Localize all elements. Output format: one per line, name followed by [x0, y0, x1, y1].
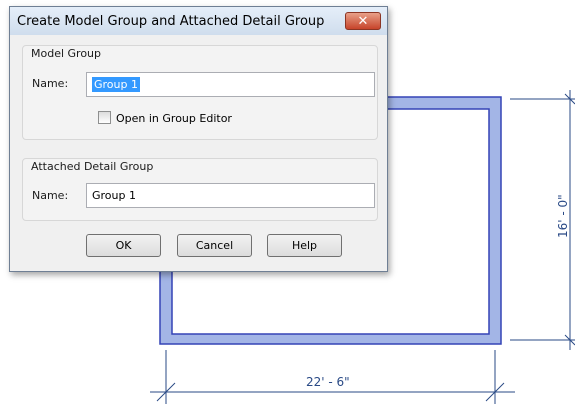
detail-group-name-label: Name: [32, 189, 69, 202]
model-group-name-label: Name: [32, 77, 69, 90]
model-group-heading: Model Group [31, 47, 102, 60]
model-group-name-input[interactable]: Group 1 [86, 72, 375, 97]
model-group-name-value: Group 1 [92, 77, 140, 92]
dialog-title-bar[interactable]: Create Model Group and Attached Detail G… [10, 7, 387, 35]
close-button[interactable]: ✕ [345, 12, 381, 30]
cancel-button[interactable]: Cancel [177, 234, 252, 257]
model-group-section: Model Group Name: Group 1 Open in Group … [22, 45, 378, 140]
dialog-title: Create Model Group and Attached Detail G… [17, 14, 325, 29]
vertical-dimension-label: 16' - 0" [556, 194, 570, 238]
ok-button[interactable]: OK [86, 234, 161, 257]
detail-group-name-value: Group 1 [92, 189, 136, 202]
create-group-dialog: Create Model Group and Attached Detail G… [9, 6, 388, 272]
detail-group-section: Attached Detail Group Name: Group 1 [22, 158, 378, 221]
help-button[interactable]: Help [267, 234, 342, 257]
detail-group-heading: Attached Detail Group [31, 160, 154, 173]
close-x-icon: ✕ [357, 13, 369, 29]
open-in-group-editor-label[interactable]: Open in Group Editor [116, 112, 232, 125]
open-in-group-editor-checkbox[interactable] [98, 111, 111, 124]
detail-group-name-input[interactable]: Group 1 [86, 183, 375, 208]
horizontal-dimension-label: 22' - 6" [306, 375, 350, 389]
